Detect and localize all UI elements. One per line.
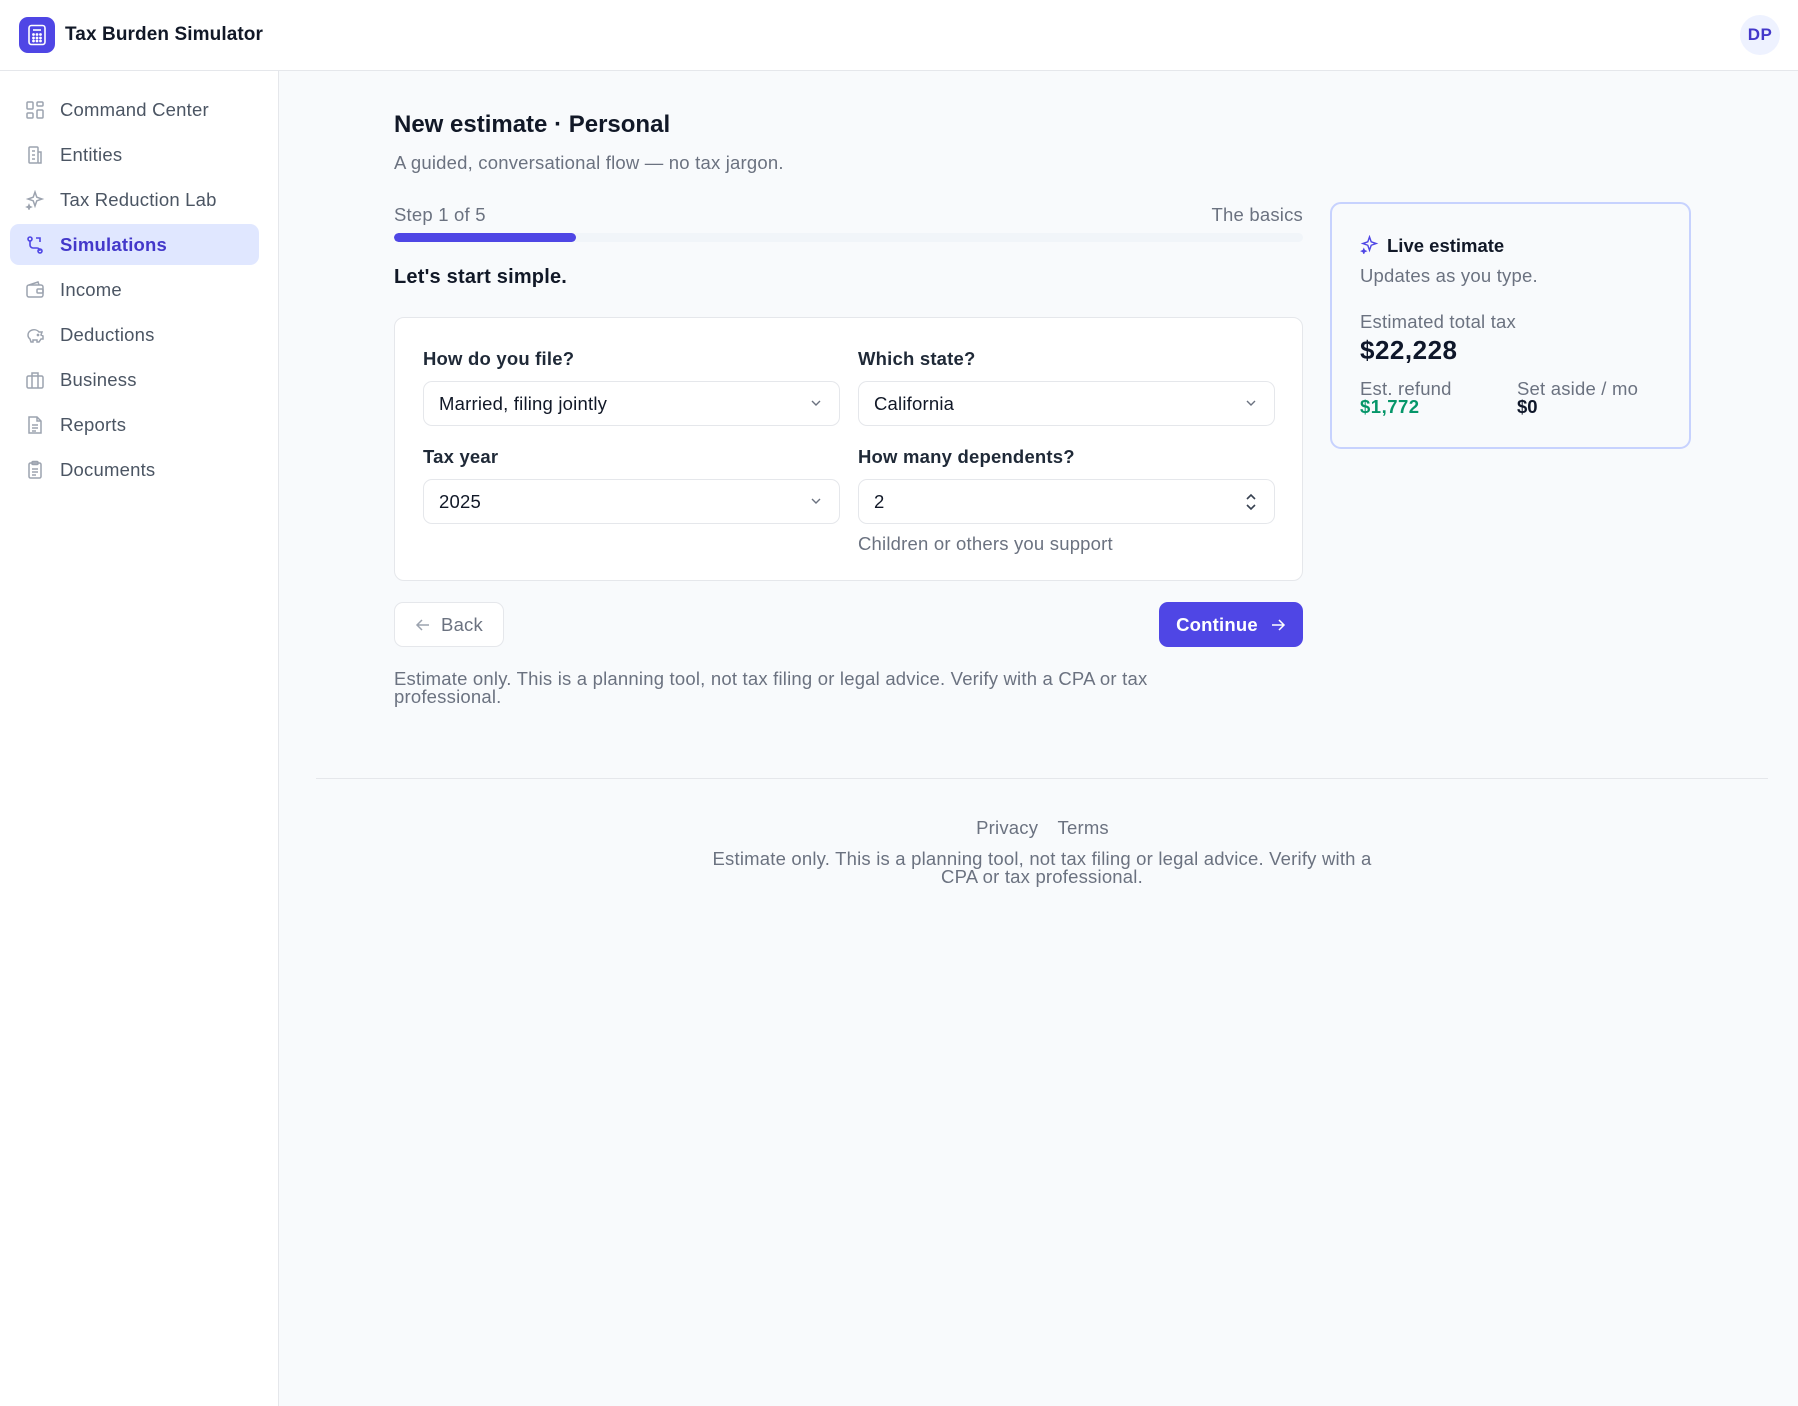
sidebar-item-label: Reports: [60, 413, 127, 435]
estimated-total-tax-value: $22,228: [1360, 335, 1458, 365]
live-estimate-subtitle: Updates as you type.: [1360, 265, 1538, 286]
filing-status-label: How do you file?: [423, 348, 575, 369]
footer-links: Privacy Terms: [280, 817, 1798, 839]
est-refund-value: $1,772: [1360, 396, 1420, 417]
progress-bar-fill: [394, 233, 576, 242]
tax-year-value: 2025: [439, 490, 481, 512]
step-name: The basics: [1211, 204, 1303, 225]
sidebar-item-business[interactable]: Business: [10, 359, 259, 400]
dependents-label: How many dependents?: [858, 446, 1075, 467]
disclaimer: Estimate only. This is a planning tool, …: [394, 668, 1148, 707]
tax-year-label: Tax year: [423, 446, 499, 467]
basics-form-card: How do you file? Married, filing jointly…: [394, 317, 1303, 581]
continue-button[interactable]: Continue: [1159, 602, 1303, 647]
wallet-icon: [24, 279, 46, 301]
footer-disclaimer: Estimate only. This is a planning tool, …: [712, 848, 1372, 887]
stepper-arrows-icon[interactable]: [1244, 491, 1258, 513]
document-icon: [24, 414, 46, 436]
calculator-logo-icon[interactable]: [19, 17, 55, 53]
sidebar-item-tax-reduction-lab[interactable]: Tax Reduction Lab: [10, 179, 259, 220]
dependents-value: 2: [874, 490, 885, 512]
back-button-label: Back: [441, 613, 483, 635]
piggy-bank-icon: [24, 324, 46, 346]
chevron-down-icon: [1246, 400, 1256, 406]
estimated-total-tax-label: Estimated total tax: [1360, 311, 1516, 332]
chevron-down-icon: [811, 400, 821, 406]
sparkle-icon: [24, 189, 46, 211]
state-label: Which state?: [858, 348, 976, 369]
sidebar: Command Center Entities Tax Reduction La…: [0, 71, 279, 1406]
sidebar-item-income[interactable]: Income: [10, 269, 259, 310]
state-select[interactable]: California: [858, 381, 1275, 426]
continue-button-label: Continue: [1176, 613, 1258, 635]
sparkle-icon: [1360, 235, 1379, 254]
filing-status-select[interactable]: Married, filing jointly: [423, 381, 840, 426]
dependents-input[interactable]: 2: [858, 479, 1275, 524]
terms-link[interactable]: Terms: [1058, 817, 1109, 838]
grid-icon: [24, 99, 46, 121]
arrow-left-icon: [415, 618, 430, 631]
route-icon: [24, 234, 46, 256]
back-button[interactable]: Back: [394, 602, 504, 647]
footer-divider: [316, 778, 1768, 779]
clipboard-icon: [24, 459, 46, 481]
sidebar-item-reports[interactable]: Reports: [10, 404, 259, 445]
sidebar-item-label: Simulations: [60, 233, 168, 255]
sidebar-item-documents[interactable]: Documents: [10, 449, 259, 490]
arrow-right-icon: [1271, 618, 1285, 631]
live-estimate-title: Live estimate: [1387, 235, 1505, 256]
top-bar: Tax Burden Simulator DP: [0, 0, 1798, 71]
building-icon: [24, 144, 46, 166]
sidebar-item-label: Entities: [60, 143, 123, 165]
page-subtitle: A guided, conversational flow — no tax j…: [394, 152, 784, 173]
app-title: Tax Burden Simulator: [65, 24, 264, 45]
sidebar-item-label: Income: [60, 278, 122, 300]
sidebar-item-label: Deductions: [60, 323, 155, 345]
sidebar-item-label: Business: [60, 368, 137, 390]
sidebar-item-simulations[interactable]: Simulations: [10, 224, 259, 265]
sidebar-item-label: Command Center: [60, 98, 209, 120]
set-aside-value: $0: [1517, 396, 1538, 417]
section-heading: Let's start simple.: [394, 266, 568, 288]
progress-bar: [394, 233, 1303, 242]
tax-year-select[interactable]: 2025: [423, 479, 840, 524]
step-indicator: Step 1 of 5: [394, 204, 486, 225]
page-title: New estimate · Personal: [394, 111, 671, 138]
briefcase-icon: [24, 369, 46, 391]
sidebar-item-label: Tax Reduction Lab: [60, 188, 217, 210]
chevron-down-icon: [811, 498, 821, 504]
filing-status-value: Married, filing jointly: [439, 392, 608, 414]
sidebar-item-label: Documents: [60, 458, 156, 480]
dependents-hint: Children or others you support: [858, 533, 1113, 554]
sidebar-item-entities[interactable]: Entities: [10, 134, 259, 175]
sidebar-item-deductions[interactable]: Deductions: [10, 314, 259, 355]
main-content: New estimate · Personal A guided, conver…: [280, 71, 1798, 1406]
state-value: California: [874, 392, 955, 414]
user-avatar[interactable]: DP: [1740, 15, 1780, 55]
privacy-link[interactable]: Privacy: [976, 817, 1038, 838]
sidebar-item-command-center[interactable]: Command Center: [10, 89, 259, 130]
live-estimate-card: Live estimate Updates as you type. Estim…: [1330, 202, 1691, 449]
